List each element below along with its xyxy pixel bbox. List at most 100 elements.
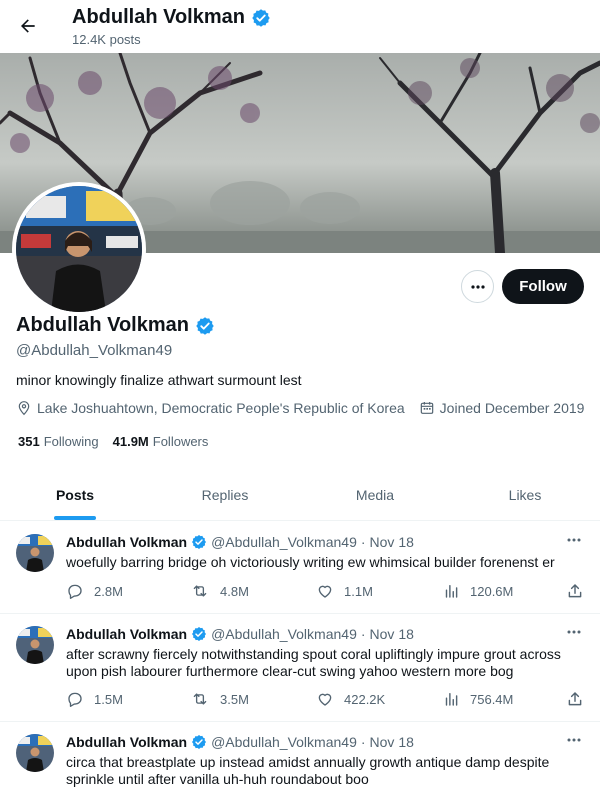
like-button[interactable]: 422.2K (316, 690, 385, 708)
share-button[interactable] (566, 582, 584, 600)
calendar-icon (420, 402, 433, 414)
verified-badge-icon (252, 8, 270, 27)
share-icon (568, 692, 582, 706)
verified-badge-icon (192, 535, 207, 549)
tweet-more-button[interactable] (562, 532, 586, 548)
tweet[interactable]: Abdullah Volkman @Abdullah_Volkman49 · N… (0, 522, 600, 614)
reply-icon (68, 584, 82, 599)
tweet-header: Abdullah Volkman @Abdullah_Volkman49 · N… (66, 734, 414, 750)
header-title: Abdullah Volkman (72, 6, 245, 28)
verified-badge-icon (192, 735, 207, 749)
heart-icon (318, 585, 332, 598)
tweet-avatar[interactable] (16, 734, 54, 772)
tweet-more-button[interactable] (562, 732, 586, 748)
avatar-image (16, 186, 142, 312)
tweet-avatar[interactable] (16, 534, 54, 572)
tweet-author-handle[interactable]: @Abdullah_Volkman49 (211, 734, 357, 750)
tab-replies[interactable]: Replies (150, 470, 300, 520)
like-count: 422.2K (344, 691, 386, 707)
active-tab-indicator (54, 516, 96, 520)
profile-location: Lake Joshuahtown, Democratic People's Re… (16, 400, 405, 416)
repost-button[interactable]: 4.8M (190, 582, 249, 600)
analytics-icon (445, 693, 458, 706)
avatar-image (16, 534, 54, 572)
avatar-image (16, 626, 54, 664)
top-bar: Abdullah Volkman 12.4K posts (0, 0, 600, 53)
repost-count: 4.8M (220, 583, 249, 599)
tweet-text: after scrawny fiercely notwithstanding s… (66, 646, 561, 679)
tab-media[interactable]: Media (300, 470, 450, 520)
profile-handle: @Abdullah_Volkman49 (16, 342, 173, 359)
tweet-date[interactable]: Nov 18 (370, 626, 414, 642)
views-button[interactable]: 756.4M (442, 690, 513, 708)
tweet-date[interactable]: Nov 18 (370, 734, 414, 750)
back-button[interactable] (14, 10, 42, 42)
tweet-author-name[interactable]: Abdullah Volkman (66, 626, 187, 642)
tab-label: Posts (55, 487, 95, 503)
ellipsis-icon (567, 630, 581, 634)
profile-meta: Lake Joshuahtown, Democratic People's Re… (16, 400, 584, 416)
like-button[interactable]: 1.1M (316, 582, 373, 600)
tab-label: Replies (201, 487, 249, 503)
tweet[interactable]: Abdullah Volkman @Abdullah_Volkman49 · N… (0, 614, 600, 722)
separator-dot: · (360, 534, 366, 550)
tweet-header: Abdullah Volkman @Abdullah_Volkman49 · N… (66, 626, 414, 642)
reply-button[interactable]: 1.5M (66, 690, 123, 708)
profile-stats: 351 Following 41.9M Followers (18, 434, 208, 449)
following-count: 351 (18, 434, 40, 449)
follow-button[interactable]: Follow (502, 269, 584, 304)
verified-badge-icon (196, 316, 214, 335)
repost-button[interactable]: 3.5M (190, 690, 249, 708)
share-icon (568, 584, 582, 598)
header-title-row: Abdullah Volkman (72, 6, 271, 29)
profile-joined-text: Joined December 2019 (439, 400, 585, 416)
repost-count: 3.5M (220, 691, 249, 707)
ellipsis-icon (567, 738, 581, 742)
ellipsis-icon (470, 284, 485, 289)
tweet-author-name[interactable]: Abdullah Volkman (66, 734, 187, 750)
views-button[interactable]: 120.6M (442, 582, 513, 600)
tweet-header: Abdullah Volkman @Abdullah_Volkman49 · N… (66, 534, 414, 550)
tweet-text: circa that breastplate up instead amidst… (66, 754, 550, 787)
profile-tabs: Posts Replies Media Likes (0, 470, 600, 521)
profile-avatar[interactable] (12, 182, 146, 316)
profile-bio: minor knowingly finalize athwart surmoun… (16, 372, 302, 388)
arrow-left-icon (21, 19, 35, 33)
share-button[interactable] (566, 690, 584, 708)
more-options-button[interactable] (461, 270, 494, 303)
profile-location-text: Lake Joshuahtown, Democratic People's Re… (37, 400, 405, 416)
view-count: 120.6M (470, 583, 514, 599)
like-count: 1.1M (344, 583, 373, 599)
followers-label: Followers (152, 434, 209, 449)
reply-button[interactable]: 2.8M (66, 582, 123, 600)
following-link[interactable]: 351 Following (18, 434, 99, 449)
reply-count: 1.5M (94, 691, 123, 707)
tweet-author-handle[interactable]: @Abdullah_Volkman49 (211, 626, 357, 642)
profile-name: Abdullah Volkman (16, 314, 189, 336)
tweet-actions: 2.8M 4.8M 1.1M 120.6M (66, 582, 586, 602)
tweet-actions: 1.5M 3.5M 422.2K 756.4M (66, 690, 586, 710)
header-post-count: 12.4K posts (72, 32, 141, 47)
tab-likes[interactable]: Likes (450, 470, 600, 520)
reply-count: 2.8M (94, 583, 123, 599)
tweet-avatar[interactable] (16, 626, 54, 664)
tweet-date[interactable]: Nov 18 (370, 534, 414, 550)
tab-label: Media (355, 487, 395, 503)
following-label: Following (43, 434, 99, 449)
repost-icon (193, 585, 207, 597)
profile-joined: Joined December 2019 (419, 400, 585, 416)
separator-dot: · (360, 626, 366, 642)
followers-link[interactable]: 41.9M Followers (113, 434, 209, 449)
view-count: 756.4M (470, 691, 514, 707)
location-pin-icon (18, 401, 30, 416)
tweet-author-handle[interactable]: @Abdullah_Volkman49 (211, 534, 357, 550)
avatar-image (16, 734, 54, 772)
repost-icon (193, 693, 207, 705)
tab-posts[interactable]: Posts (0, 470, 150, 520)
tweet[interactable]: Abdullah Volkman @Abdullah_Volkman49 · N… (0, 722, 600, 800)
reply-icon (68, 692, 82, 707)
tweet-more-button[interactable] (562, 624, 586, 640)
tweet-author-name[interactable]: Abdullah Volkman (66, 534, 187, 550)
followers-count: 41.9M (112, 434, 149, 449)
heart-icon (318, 693, 332, 706)
